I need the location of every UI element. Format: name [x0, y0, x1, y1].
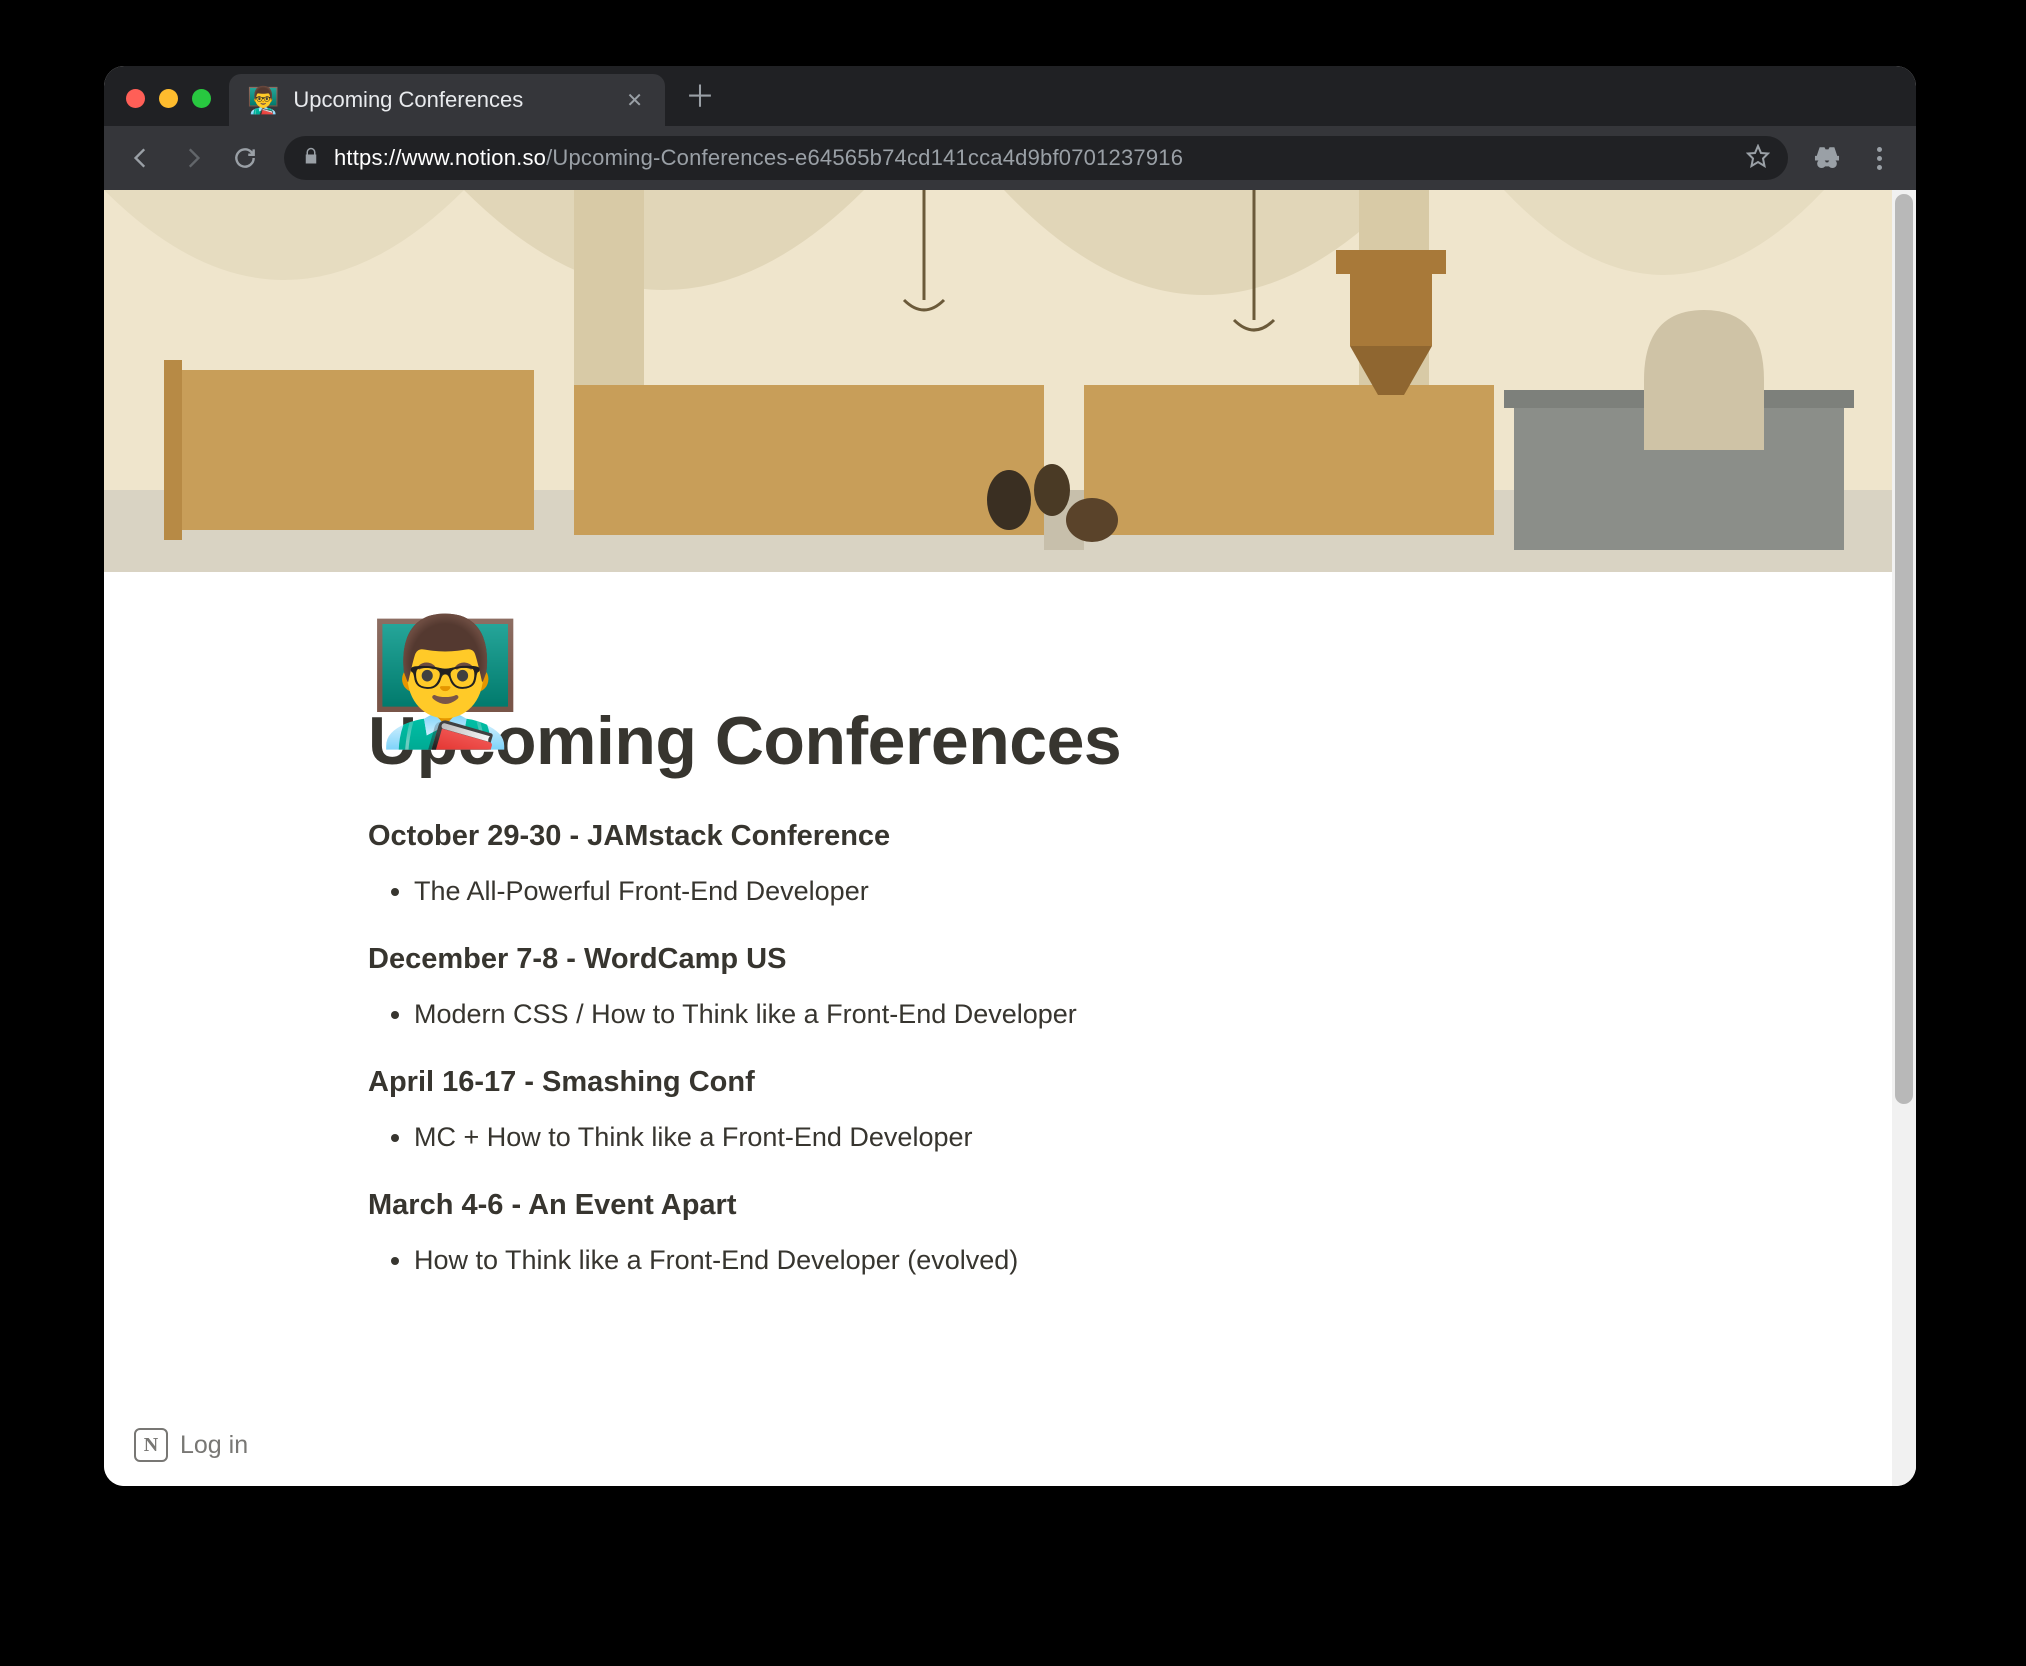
incognito-icon[interactable]: [1804, 135, 1850, 181]
talk-list: MC + How to Think like a Front-End Devel…: [368, 1113, 1628, 1163]
talk-item: Modern CSS / How to Think like a Front-E…: [414, 990, 1628, 1040]
scrollbar-track[interactable]: [1892, 190, 1916, 1486]
window-controls: [126, 89, 211, 108]
conference-heading: October 29-30 - JAMstack Conference: [368, 820, 1628, 853]
page-cover[interactable]: [104, 190, 1892, 572]
tab-title: Upcoming Conferences: [293, 87, 608, 113]
close-tab-button[interactable]: ✕: [622, 84, 647, 117]
url-text: https://www.notion.so/Upcoming-Conferenc…: [334, 145, 1183, 171]
talk-item: The All-Powerful Front-End Developer: [414, 867, 1628, 917]
login-link[interactable]: N Log in: [134, 1428, 248, 1462]
page-title: Upcoming Conferences: [368, 702, 1628, 780]
browser-tab[interactable]: 👨‍🏫 Upcoming Conferences ✕: [229, 74, 665, 126]
talk-item: MC + How to Think like a Front-End Devel…: [414, 1113, 1628, 1163]
reload-button[interactable]: [222, 135, 268, 181]
address-bar[interactable]: https://www.notion.so/Upcoming-Conferenc…: [284, 136, 1788, 180]
tab-favicon: 👨‍🏫: [247, 87, 279, 113]
notion-page: 👨‍🏫 Upcoming Conferences October 29-30 -…: [104, 190, 1892, 1486]
talk-list: The All-Powerful Front-End Developer: [368, 867, 1628, 917]
fullscreen-window-button[interactable]: [192, 89, 211, 108]
back-button[interactable]: [118, 135, 164, 181]
new-tab-button[interactable]: ＋: [665, 72, 735, 126]
url-host: https://www.notion.so: [334, 145, 546, 170]
forward-button[interactable]: [170, 135, 216, 181]
talk-list: Modern CSS / How to Think like a Front-E…: [368, 990, 1628, 1040]
login-label: Log in: [180, 1431, 248, 1460]
browser-toolbar: https://www.notion.so/Upcoming-Conferenc…: [104, 126, 1916, 190]
notion-logo-icon: N: [134, 1428, 168, 1462]
url-path: /Upcoming-Conferences-e64565b74cd141cca4…: [546, 145, 1183, 170]
browser-window: 👨‍🏫 Upcoming Conferences ✕ ＋: [104, 66, 1916, 1486]
scrollbar-thumb[interactable]: [1895, 194, 1913, 1104]
page-content: 👨‍🏫 Upcoming Conferences October 29-30 -…: [248, 702, 1748, 1355]
bookmark-button[interactable]: [1746, 144, 1770, 173]
page-icon[interactable]: 👨‍🏫: [368, 620, 522, 744]
lock-icon: [302, 147, 320, 170]
conference-heading: April 16-17 - Smashing Conf: [368, 1066, 1628, 1099]
minimize-window-button[interactable]: [159, 89, 178, 108]
conference-heading: December 7-8 - WordCamp US: [368, 943, 1628, 976]
conference-heading: March 4-6 - An Event Apart: [368, 1189, 1628, 1222]
close-window-button[interactable]: [126, 89, 145, 108]
browser-menu-button[interactable]: [1856, 135, 1902, 181]
talk-list: How to Think like a Front-End Developer …: [368, 1236, 1628, 1286]
talk-item: How to Think like a Front-End Developer …: [414, 1236, 1628, 1286]
tab-strip: 👨‍🏫 Upcoming Conferences ✕ ＋: [104, 66, 1916, 126]
page-viewport: 👨‍🏫 Upcoming Conferences October 29-30 -…: [104, 190, 1916, 1486]
